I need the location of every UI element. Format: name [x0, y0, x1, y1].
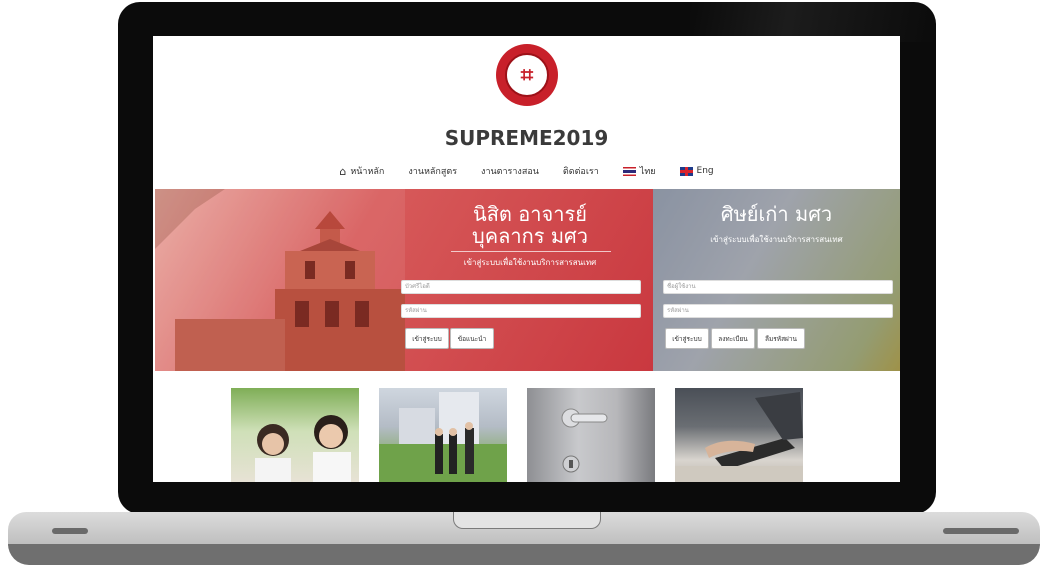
nav-lang-en[interactable]: Eng [679, 164, 714, 178]
nav-home[interactable]: ⌂ หน้าหลัก [339, 164, 384, 178]
door-lock-photo-art [561, 408, 608, 473]
nav-contact[interactable]: ติดต่อเรา [563, 164, 599, 178]
staff-divider [451, 251, 611, 252]
thai-flag-icon [622, 166, 636, 176]
nav-lang-en-label: Eng [696, 166, 714, 176]
students-photo[interactable] [231, 388, 359, 482]
browser-screen: ⌗ SUPREME2019 ⌂ หน้าหลัก งานหลักสูตร งาน… [153, 36, 900, 482]
door-lock-photo[interactable] [527, 388, 655, 482]
left-vent [52, 528, 88, 534]
university-logo[interactable]: ⌗ [496, 44, 558, 106]
alumni-password-input[interactable]: รหัสผ่าน [663, 304, 893, 318]
alumni-forgot-button[interactable]: ลืมรหัสผ่าน [757, 328, 805, 349]
staff-login-button[interactable]: เข้าสู่ระบบ [405, 328, 449, 349]
alumni-username-input[interactable]: ชื่อผู้ใช้งาน [663, 280, 893, 294]
nav-schedule-label: งานตารางสอน [481, 167, 539, 177]
laptop-typing-photo[interactable] [675, 388, 803, 482]
staff-password-input[interactable]: รหัสผ่าน [401, 304, 641, 318]
alumni-login-banner: ศิษย์เก่า มศว เข้าสู่ระบบเพื่อใช้งานบริก… [653, 189, 900, 371]
nav-contact-label: ติดต่อเรา [562, 167, 599, 177]
laptop-opening-notch [453, 512, 601, 529]
site-title: SUPREME2019 [444, 126, 609, 150]
staff-username-input[interactable]: บัวศรีไอดี [401, 280, 641, 294]
campus-photo-art [379, 392, 507, 482]
alumni-heading: ศิษย์เก่า มศว [720, 202, 833, 226]
staff-subtitle: เข้าสู่ระบบเพื่อใช้งานบริการสารสนเทศ [463, 258, 597, 267]
nav-home-label: หน้าหลัก [350, 167, 385, 177]
logo-emblem: ⌗ [505, 53, 549, 97]
students-photo-art [255, 415, 351, 482]
laptop-base-bottom [8, 544, 1040, 565]
nav-lang-th[interactable]: ไทย [622, 164, 656, 178]
building-illustration [155, 189, 405, 371]
alumni-subtitle: เข้าสู่ระบบเพื่อใช้งานบริการสารสนเทศ [710, 235, 843, 244]
nav-lang-th-label: ไทย [639, 167, 656, 177]
alumni-login-button[interactable]: เข้าสู่ระบบ [665, 328, 709, 349]
nav-schedule[interactable]: งานตารางสอน [481, 164, 539, 178]
top-nav: ⌂ หน้าหลัก งานหลักสูตร งานตารางสอน ติดต่… [153, 164, 900, 178]
alumni-register-button[interactable]: ลงทะเบียน [711, 328, 755, 349]
nav-curriculum-label: งานหลักสูตร [408, 167, 458, 177]
staff-login-banner: นิสิต อาจารย์ บุคลากร มศว เข้าสู่ระบบเพื… [155, 189, 653, 371]
home-icon: ⌂ [339, 164, 347, 178]
campus-photo[interactable] [379, 388, 507, 482]
nav-curriculum[interactable]: งานหลักสูตร [408, 164, 457, 178]
staff-help-button[interactable]: ข้อแนะนำ [450, 328, 494, 349]
right-vent [943, 528, 1019, 534]
laptop-typing-photo-art [675, 392, 803, 482]
staff-heading-line2: บุคลากร มศว [472, 224, 588, 248]
uk-flag-icon [679, 166, 693, 176]
staff-heading-line1: นิสิต อาจารย์ [473, 202, 587, 226]
